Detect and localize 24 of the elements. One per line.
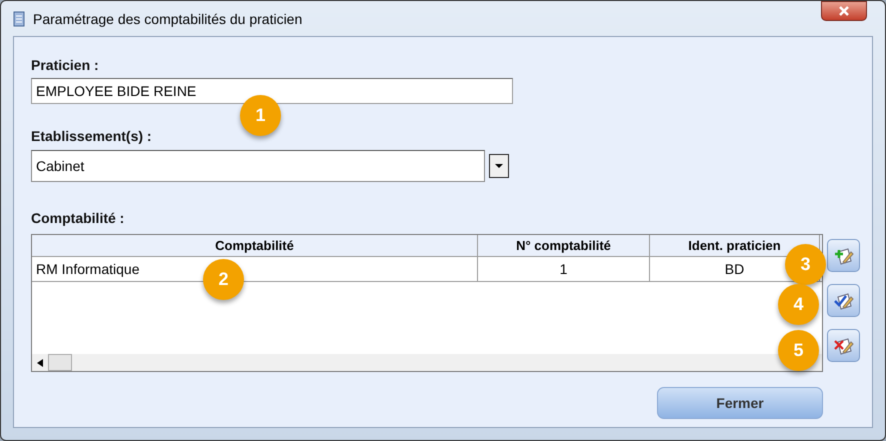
document-icon	[13, 10, 25, 26]
check-document-icon	[832, 290, 854, 310]
delete-document-icon	[832, 336, 854, 356]
add-document-icon	[832, 246, 854, 266]
column-header[interactable]: N° comptabilité	[516, 238, 611, 253]
close-icon	[838, 6, 850, 16]
field-label: Praticien :	[31, 57, 99, 73]
praticien-field[interactable]: EMPLOYEE BIDE REINE	[31, 78, 513, 104]
etablissement-dropdown[interactable]: Cabinet	[31, 150, 485, 182]
close-dialog-button[interactable]: Fermer	[657, 387, 823, 419]
delete-button[interactable]	[827, 329, 860, 362]
column-header[interactable]: Comptabilité	[215, 238, 294, 253]
section-label: Comptabilité :	[31, 210, 124, 226]
table-cell: 1	[478, 257, 650, 281]
dropdown-button[interactable]	[489, 154, 509, 178]
edit-button[interactable]	[827, 284, 860, 317]
field-label: Etablissement(s) :	[31, 128, 152, 144]
scroll-left-icon	[37, 358, 43, 366]
add-button[interactable]	[827, 239, 860, 272]
column-header[interactable]: Ident. praticien	[688, 238, 781, 253]
window-title: Paramétrage des comptabilités du praticien	[33, 10, 302, 26]
scroll-thumb[interactable]	[48, 354, 72, 371]
caret-icon	[495, 164, 503, 168]
close-button[interactable]	[821, 1, 867, 21]
